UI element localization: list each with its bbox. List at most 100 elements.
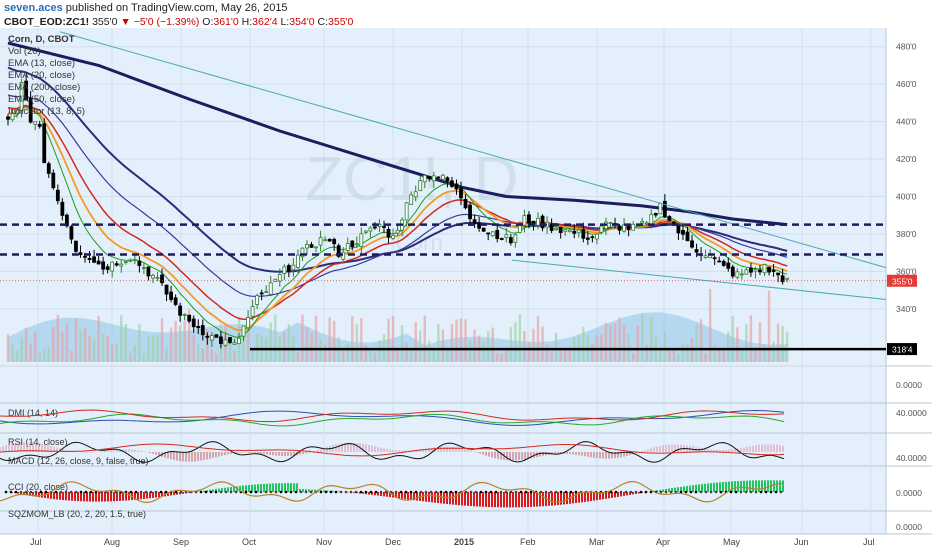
squeeze-dot <box>19 490 23 494</box>
volume-bar <box>468 340 472 362</box>
squeeze-dot <box>519 490 523 494</box>
candle-body <box>504 234 509 238</box>
squeeze-dot <box>409 490 413 494</box>
volume-bar <box>532 328 535 362</box>
volume-bar <box>197 344 200 362</box>
candle-body <box>78 252 83 255</box>
volume-bar <box>147 336 150 362</box>
volume-bar <box>378 340 381 362</box>
squeeze-dot <box>629 490 633 494</box>
volume-bar <box>283 331 286 362</box>
volume-bar <box>274 314 277 362</box>
candle-body <box>508 237 513 244</box>
squeeze-dot <box>234 490 238 494</box>
volume-bar <box>106 335 109 362</box>
volume-bar <box>115 343 118 362</box>
author-name[interactable]: seven.aces <box>4 2 63 14</box>
volume-bar <box>174 320 177 362</box>
volume-bar <box>101 334 105 362</box>
volume-bar <box>509 327 513 362</box>
volume-bar <box>749 315 753 362</box>
candle-body <box>101 261 106 270</box>
pane2-axis-label: 40.0000 <box>896 408 927 418</box>
time-axis-bg <box>0 534 886 550</box>
candle-body <box>87 258 92 260</box>
volume-bar <box>24 327 28 362</box>
candle-body <box>205 335 210 338</box>
squeeze-dot <box>154 490 158 494</box>
squeeze-dot <box>484 490 488 494</box>
volume-bar <box>400 325 404 362</box>
volume-bar <box>695 323 698 362</box>
squeeze-dot <box>759 490 763 494</box>
candle-body <box>753 269 758 272</box>
squeeze-dot <box>504 490 508 494</box>
candle-body <box>169 291 173 300</box>
volume-bar <box>523 331 526 362</box>
candle-body <box>459 187 463 199</box>
volume-bar <box>541 326 544 362</box>
close-label: C: <box>317 16 329 28</box>
candle-body <box>246 317 250 329</box>
volume-bar <box>672 350 676 362</box>
volume-bar <box>169 327 173 362</box>
squeeze-dot <box>734 490 738 494</box>
candle-body <box>55 189 60 202</box>
candle-body <box>332 238 337 245</box>
squeeze-dot <box>299 490 303 494</box>
candle-body <box>386 228 391 238</box>
squeeze-dot <box>424 490 428 494</box>
price-axis-label: 460'0 <box>896 79 917 89</box>
squeeze-dot <box>139 490 143 494</box>
candle-body <box>382 226 386 228</box>
chart-canvas[interactable]: ZC1!, DCorn480'0460'0440'0420'0400'0380'… <box>0 0 932 550</box>
low-label: L: <box>280 16 290 28</box>
volume-bar <box>740 348 744 362</box>
volume-bar <box>391 316 395 362</box>
candle-body <box>359 233 364 247</box>
macd-pane-label: MACD (12, 26, close, 9, false, true) <box>8 456 149 466</box>
squeeze-dot <box>749 490 753 494</box>
volume-bar <box>554 332 558 362</box>
candle-body <box>735 271 740 278</box>
volume-bar <box>618 317 621 362</box>
squeeze-dot <box>419 490 423 494</box>
candle-body <box>46 163 51 174</box>
volume-bar <box>423 315 426 362</box>
squeeze-dot <box>634 490 638 494</box>
squeeze-dot <box>359 490 363 494</box>
volume-bar <box>83 327 87 362</box>
candle-body <box>395 229 400 234</box>
candle-body <box>694 249 699 253</box>
volume-bar <box>622 325 626 362</box>
candle-body <box>771 270 776 272</box>
volume-bar <box>668 350 671 362</box>
squeeze-dot <box>334 490 338 494</box>
volume-bar <box>29 344 32 362</box>
squeeze-dot <box>444 490 448 494</box>
squeeze-dot <box>34 490 38 494</box>
candle-body <box>146 266 151 277</box>
symbol-quote-line: CBOT_EOD:ZC1! 355'0 ▼ −5'0 (−1.39%) O:36… <box>4 16 353 28</box>
squeeze-dot <box>404 490 408 494</box>
volume-bar <box>97 315 100 362</box>
candle-body <box>436 176 441 179</box>
symbol-ticker[interactable]: CBOT_EOD:ZC1! <box>4 16 89 28</box>
volume-bar <box>473 329 476 362</box>
squeeze-dot <box>284 490 288 494</box>
chart-screenshot: ZC1!, D Corn 480'0 460'0 440'0 420'0 400'0 380'… <box>0 0 932 550</box>
volume-bar <box>110 344 114 362</box>
low-value: 354'0 <box>289 16 315 28</box>
candle-body <box>363 230 368 233</box>
squeeze-dot <box>549 490 553 494</box>
legend-entry: EMA (13, close) <box>8 58 75 69</box>
legend-entry: EMA (20, close) <box>8 70 75 81</box>
candle-body <box>314 246 318 249</box>
time-axis-label: 2015 <box>454 537 474 547</box>
squeeze-dot <box>344 490 348 494</box>
volume-bar <box>545 344 549 362</box>
volume-bar <box>686 344 689 362</box>
candle-body <box>640 221 645 224</box>
squeeze-dot <box>614 490 618 494</box>
volume-bar <box>165 347 168 362</box>
